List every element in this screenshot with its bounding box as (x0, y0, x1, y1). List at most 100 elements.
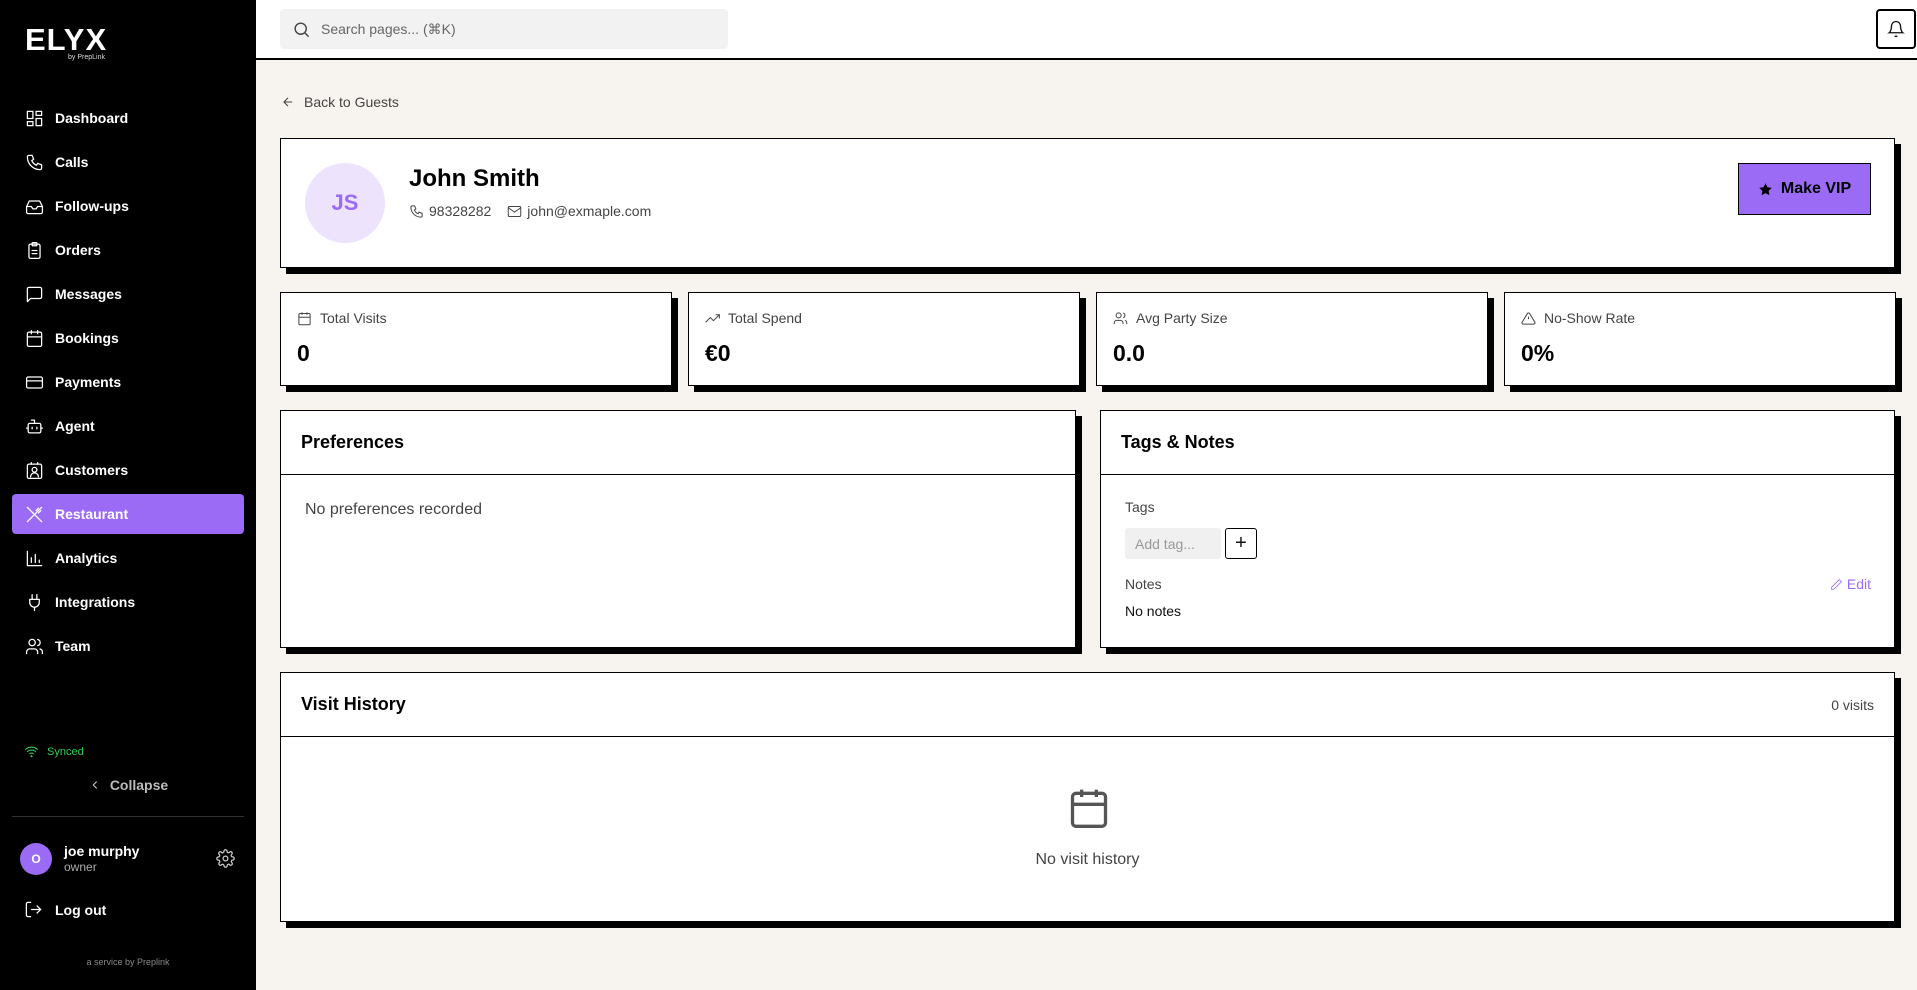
logout-icon (25, 901, 42, 918)
sidebar-item-label: Follow-ups (55, 198, 129, 214)
sidebar-item-messages[interactable]: Messages (12, 274, 244, 314)
sync-status: Synced (24, 744, 84, 759)
sidebar-item-label: Restaurant (55, 506, 129, 522)
guest-profile-card: JS John Smith 98328282 john@exmaple.com … (280, 138, 1895, 268)
credit-card-icon (24, 372, 44, 392)
stat-card-total-spend: Total Spend €0 (688, 292, 1080, 386)
sidebar-item-customers[interactable]: Customers (12, 450, 244, 490)
sidebar-item-bookings[interactable]: Bookings (12, 318, 244, 358)
sidebar-item-label: Integrations (55, 594, 136, 610)
alert-triangle-icon (1521, 311, 1536, 325)
sidebar-item-agent[interactable]: Agent (12, 406, 244, 446)
sidebar-item-restaurant[interactable]: Restaurant (12, 494, 244, 534)
settings-button[interactable] (216, 849, 236, 869)
logo[interactable]: ELYX by PrepLink (25, 22, 108, 62)
visit-history-panel: Visit History 0 visits No visit history (280, 672, 1895, 922)
phone-icon (410, 204, 423, 218)
stat-value: 0 (297, 340, 310, 366)
visit-count: 0 visits (1831, 697, 1874, 713)
inbox-icon (24, 196, 44, 216)
phone-icon (24, 152, 44, 172)
stat-card-avg-party-size: Avg Party Size 0.0 (1096, 292, 1488, 386)
notes-label: Notes (1125, 576, 1162, 592)
logo-text: ELYX (25, 22, 108, 57)
sidebar-item-label: Bookings (55, 330, 119, 346)
edit-notes-button[interactable]: Edit (1830, 576, 1871, 592)
stat-value: 0% (1521, 340, 1555, 366)
sidebar-nav: Dashboard Calls Follow-ups Orders Messag… (12, 98, 244, 670)
sidebar-item-dashboard[interactable]: Dashboard (12, 98, 244, 138)
bot-icon (24, 416, 44, 436)
stat-card-no-show-rate: No-Show Rate 0% (1504, 292, 1896, 386)
mail-icon (508, 205, 522, 217)
sidebar-item-orders[interactable]: Orders (12, 230, 244, 270)
plug-icon (24, 592, 44, 612)
guest-email-value: john@exmaple.com (527, 203, 652, 219)
preferences-title: Preferences (281, 411, 1075, 475)
edit-label: Edit (1846, 576, 1871, 592)
stat-card-total-visits: Total Visits 0 (280, 292, 672, 386)
sidebar-item-label: Analytics (55, 550, 118, 566)
guest-phone-value: 98328282 (429, 203, 492, 219)
add-tag-input[interactable]: Add tag... (1125, 528, 1221, 559)
notes-value: No notes (1125, 603, 1182, 619)
guest-name: John Smith (409, 165, 540, 192)
sidebar-item-label: Agent (55, 418, 95, 434)
guest-email: john@exmaple.com (507, 203, 651, 219)
visit-history-empty: No visit history (1035, 851, 1140, 868)
sidebar-item-payments[interactable]: Payments (12, 362, 244, 402)
clipboard-icon (24, 240, 44, 260)
calendar-icon (24, 328, 44, 348)
bar-chart-icon (24, 548, 44, 568)
dashboard-icon (24, 108, 44, 128)
avatar: O (20, 843, 52, 875)
add-tag-button[interactable]: + (1225, 528, 1257, 559)
logo-subtitle: by PrepLink (68, 54, 105, 61)
service-credit: a service by Preplink (86, 957, 170, 967)
user-profile[interactable]: O joe murphy owner (20, 843, 139, 875)
sidebar-item-follow-ups[interactable]: Follow-ups (12, 186, 244, 226)
sidebar-item-team[interactable]: Team (12, 626, 244, 666)
guest-contact: 98328282 john@exmaple.com (409, 203, 667, 219)
sidebar-item-analytics[interactable]: Analytics (12, 538, 244, 578)
collapse-button[interactable]: Collapse (0, 777, 256, 793)
make-vip-label: Make VIP (1780, 180, 1852, 197)
user-role: owner (64, 860, 97, 874)
stat-label: No-Show Rate (1544, 310, 1636, 326)
stat-label: Avg Party Size (1136, 310, 1228, 326)
search-icon (294, 21, 310, 37)
chevron-left-icon (92, 781, 97, 789)
back-to-guests-link[interactable]: Back to Guests (281, 94, 399, 110)
collapse-label: Collapse (109, 777, 169, 793)
sidebar: ELYX by PrepLink Dashboard Calls Follow-… (0, 0, 256, 990)
preferences-empty: No preferences recorded (305, 501, 482, 518)
star-icon (1759, 182, 1772, 195)
logout-button[interactable]: Log out (24, 900, 106, 919)
make-vip-button[interactable]: Make VIP (1738, 163, 1871, 215)
notifications-button[interactable] (1876, 9, 1916, 49)
stat-label: Total Visits (320, 310, 387, 326)
sidebar-item-integrations[interactable]: Integrations (12, 582, 244, 622)
users-icon (1113, 311, 1128, 324)
calendar-icon (298, 311, 311, 325)
stat-value: €0 (705, 340, 731, 366)
search-placeholder: Search pages... (⌘K) (321, 20, 456, 37)
sidebar-item-label: Customers (55, 462, 129, 478)
visit-history-title: Visit History (281, 673, 1894, 737)
sidebar-item-label: Orders (55, 242, 101, 258)
user-name: joe murphy (64, 843, 140, 859)
calendar-icon (1067, 786, 1111, 830)
search-input[interactable]: Search pages... (⌘K) (280, 9, 728, 49)
sidebar-item-calls[interactable]: Calls (12, 142, 244, 182)
tags-notes-title: Tags & Notes (1101, 411, 1894, 475)
stat-label: Total Spend (728, 310, 802, 326)
pencil-icon (1831, 578, 1842, 590)
guest-phone: 98328282 (409, 203, 491, 219)
stat-value: 0.0 (1113, 340, 1145, 366)
users-icon (24, 636, 44, 656)
trending-up-icon (705, 313, 720, 323)
sidebar-item-label: Messages (55, 286, 122, 302)
tags-notes-panel: Tags & Notes Tags Add tag... + Notes Edi… (1100, 410, 1895, 648)
tags-label: Tags (1125, 499, 1155, 515)
sidebar-item-label: Payments (55, 374, 122, 390)
